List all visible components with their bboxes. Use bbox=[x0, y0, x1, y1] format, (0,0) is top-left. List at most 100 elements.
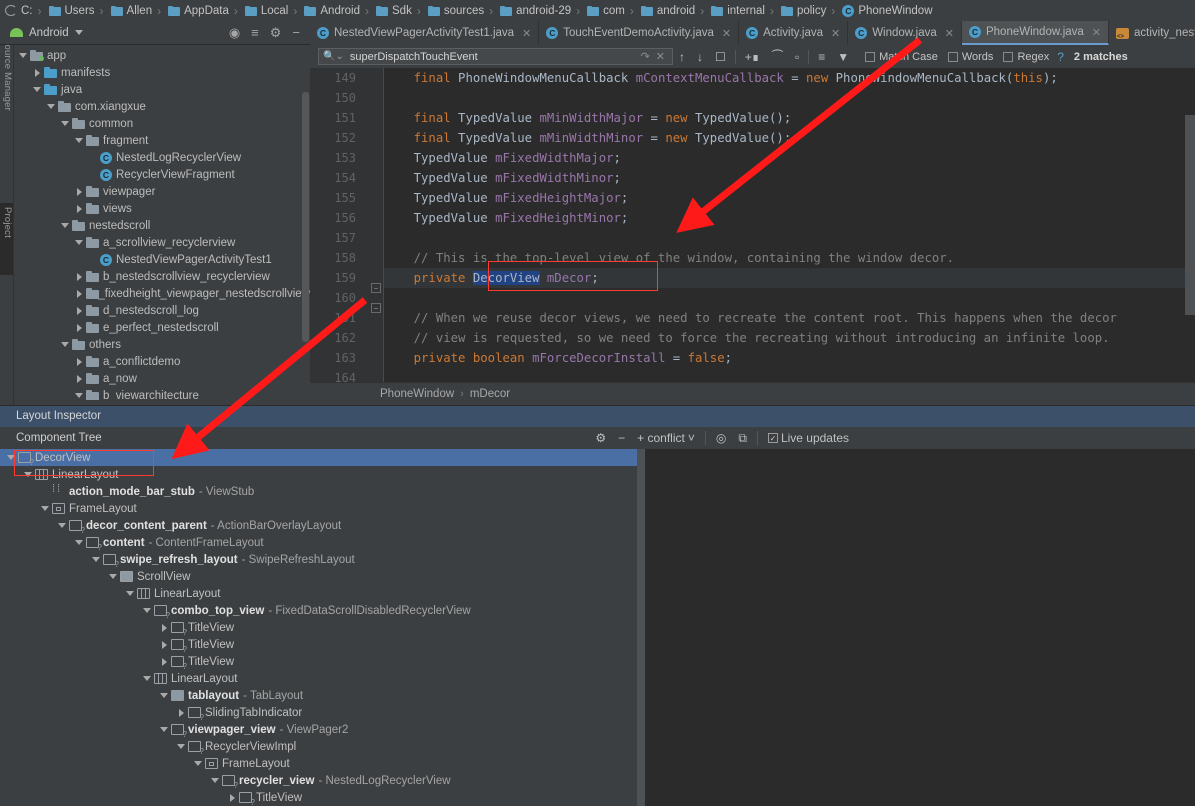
editor-tab-window-java[interactable]: C Window.java ✕ bbox=[848, 21, 962, 45]
component-tree-row[interactable]: FrameLayout bbox=[0, 500, 637, 517]
tree-expander[interactable] bbox=[58, 342, 72, 347]
tree-expander[interactable] bbox=[30, 68, 44, 77]
fold-marker[interactable]: − bbox=[371, 283, 381, 293]
return-icon[interactable]: ↷ bbox=[638, 50, 653, 63]
tree-expander[interactable] bbox=[72, 323, 86, 332]
breadcrumb-item-com[interactable]: com bbox=[584, 0, 626, 21]
component-tree-row[interactable]: recycler_view- NestedLogRecyclerView bbox=[0, 772, 637, 790]
tree-expander[interactable] bbox=[174, 744, 188, 749]
tree-expander[interactable] bbox=[72, 187, 86, 196]
component-tree-scrollbar[interactable] bbox=[637, 449, 645, 806]
breadcrumb-item-android-29[interactable]: android-29 bbox=[497, 0, 572, 21]
project-tree-item[interactable]: others bbox=[14, 336, 310, 353]
find-input-wrapper[interactable]: 🔍⌄ ↷ ✕ bbox=[318, 48, 673, 65]
breadcrumb-class[interactable]: PhoneWindow bbox=[380, 388, 454, 400]
project-tree-item[interactable]: app bbox=[14, 47, 310, 64]
tree-expander[interactable] bbox=[157, 657, 171, 666]
filter-icon[interactable]: ▼ bbox=[831, 50, 855, 64]
tree-expander[interactable] bbox=[44, 104, 58, 109]
match-case-checkbox[interactable]: Match Case bbox=[865, 51, 938, 63]
device-preview-panel[interactable]: DecorView 二级嵌套滑动 ParentView Item 0 Paren… bbox=[645, 449, 1195, 806]
project-tree-item[interactable]: com.xiangxue bbox=[14, 98, 310, 115]
component-tree-row[interactable]: DecorView bbox=[0, 449, 637, 467]
code-line[interactable]: final TypedValue mMinWidthMajor = new Ty… bbox=[384, 108, 792, 128]
target-icon[interactable]: ◉ bbox=[229, 26, 240, 39]
live-updates-checkbox[interactable]: ✓ Live updates bbox=[762, 431, 855, 445]
code-line[interactable]: // This is the top-level view of the win… bbox=[384, 248, 954, 268]
breadcrumb-item-users[interactable]: Users bbox=[46, 0, 96, 21]
tree-expander[interactable] bbox=[58, 121, 72, 126]
project-view-selector[interactable]: Android bbox=[0, 27, 83, 39]
project-tree-item[interactable]: b_nestedscrollview_recyclerview bbox=[14, 268, 310, 285]
breadcrumb-item-policy[interactable]: policy bbox=[778, 0, 827, 21]
prev-match-icon[interactable]: ↑ bbox=[673, 50, 691, 64]
breadcrumb-item-sources[interactable]: sources bbox=[425, 0, 485, 21]
tree-expander[interactable] bbox=[38, 506, 52, 511]
close-icon[interactable]: ✕ bbox=[653, 50, 668, 63]
component-tree-row[interactable]: FrameLayout bbox=[0, 755, 637, 772]
close-icon[interactable]: ✕ bbox=[722, 27, 731, 40]
code-line[interactable]: private boolean mForceDecorInstall = fal… bbox=[384, 348, 732, 368]
component-tree-row[interactable]: tablayout - TabLayout bbox=[0, 687, 637, 704]
add-selection-icon[interactable]: +∎ bbox=[739, 50, 766, 64]
code-editor[interactable]: 149 final PhoneWindowMenuCallback mConte… bbox=[310, 68, 1195, 405]
project-tree-item[interactable]: common bbox=[14, 115, 310, 132]
project-tree-item[interactable]: a_scrollview_recyclerview bbox=[14, 234, 310, 251]
component-tree-row[interactable]: TitleView bbox=[0, 619, 637, 637]
tree-expander[interactable] bbox=[21, 472, 35, 477]
editor-tab-phonewindow-java[interactable]: C PhoneWindow.java ✕ bbox=[961, 21, 1110, 45]
component-tree-row[interactable]: LinearLayout bbox=[0, 670, 637, 687]
tree-expander[interactable] bbox=[16, 53, 30, 58]
skip-selection-icon[interactable]: ⏜ bbox=[765, 49, 789, 64]
tree-expander[interactable] bbox=[72, 289, 86, 298]
collapse-icon[interactable]: − bbox=[612, 431, 631, 445]
component-tree-row[interactable]: content- ContentFrameLayout bbox=[0, 534, 637, 552]
breadcrumb-item-local[interactable]: Local bbox=[242, 0, 290, 21]
code-line[interactable]: TypedValue mFixedHeightMinor; bbox=[384, 208, 629, 228]
settings-gear-icon[interactable]: ⚙ bbox=[270, 26, 282, 39]
side-tab-project[interactable]: Project bbox=[0, 203, 13, 275]
tree-expander[interactable] bbox=[157, 727, 171, 732]
editor-scrollbar[interactable] bbox=[1185, 115, 1195, 315]
breadcrumb-item-appdata[interactable]: AppData bbox=[165, 0, 230, 21]
component-tree-row[interactable]: combo_top_view- FixedDataScrollDisabledR… bbox=[0, 602, 637, 620]
component-tree-row[interactable]: TitleView bbox=[0, 789, 637, 806]
project-tree-item[interactable]: manifests bbox=[14, 64, 310, 81]
component-tree-row[interactable]: TitleView bbox=[0, 653, 637, 671]
tree-expander[interactable] bbox=[72, 240, 86, 245]
tree-expander[interactable] bbox=[106, 574, 120, 579]
project-tree-item[interactable]: a_conflictdemo bbox=[14, 353, 310, 370]
component-tree-row[interactable]: decor_content_parent- ActionBarOverlayLa… bbox=[0, 517, 637, 535]
tree-expander[interactable] bbox=[58, 223, 72, 228]
close-icon[interactable]: ✕ bbox=[831, 27, 840, 40]
project-tree-scrollbar[interactable] bbox=[302, 92, 309, 342]
tree-expander[interactable] bbox=[174, 708, 188, 717]
breadcrumb-field[interactable]: mDecor bbox=[470, 388, 510, 400]
next-match-icon[interactable]: ↓ bbox=[691, 50, 709, 64]
component-tree[interactable]: DecorView LinearLayout action_mode_bar_stu… bbox=[0, 449, 637, 806]
exclude-selection-icon[interactable]: ▫ bbox=[789, 50, 805, 64]
code-line[interactable]: TypedValue mFixedHeightMajor; bbox=[384, 188, 629, 208]
code-line[interactable]: TypedValue mFixedWidthMajor; bbox=[384, 148, 621, 168]
project-tree-item[interactable]: viewpager bbox=[14, 183, 310, 200]
tree-expander[interactable] bbox=[191, 761, 205, 766]
settings-gear-icon[interactable]: ⚙ bbox=[589, 431, 612, 445]
collapse-all-icon[interactable]: ≡ bbox=[251, 26, 259, 39]
tree-expander[interactable] bbox=[157, 693, 171, 698]
project-tree-item[interactable]: C NestedViewPagerActivityTest1 bbox=[14, 251, 310, 268]
breadcrumb-item-allen[interactable]: Allen bbox=[108, 0, 154, 21]
component-tree-row[interactable]: action_mode_bar_stub- ViewStub bbox=[0, 483, 637, 500]
tree-expander[interactable] bbox=[30, 87, 44, 92]
tree-expander[interactable] bbox=[72, 393, 86, 398]
tree-expander[interactable] bbox=[72, 204, 86, 213]
select-all-occurrences-icon[interactable]: ☐ bbox=[709, 50, 732, 64]
project-tree-item[interactable]: b_viewarchitecture bbox=[14, 387, 310, 400]
export-snapshot-icon[interactable]: ⧉ bbox=[732, 431, 753, 446]
tree-expander[interactable] bbox=[72, 138, 86, 143]
tree-expander[interactable] bbox=[72, 357, 86, 366]
component-tree-row[interactable]: swipe_refresh_layout- SwipeRefreshLayout bbox=[0, 551, 637, 569]
component-tree-row[interactable]: viewpager_view- ViewPager2 bbox=[0, 721, 637, 739]
tree-expander[interactable] bbox=[157, 640, 171, 649]
component-tree-row[interactable]: TitleView bbox=[0, 636, 637, 654]
project-tree-item[interactable]: a_now bbox=[14, 370, 310, 387]
